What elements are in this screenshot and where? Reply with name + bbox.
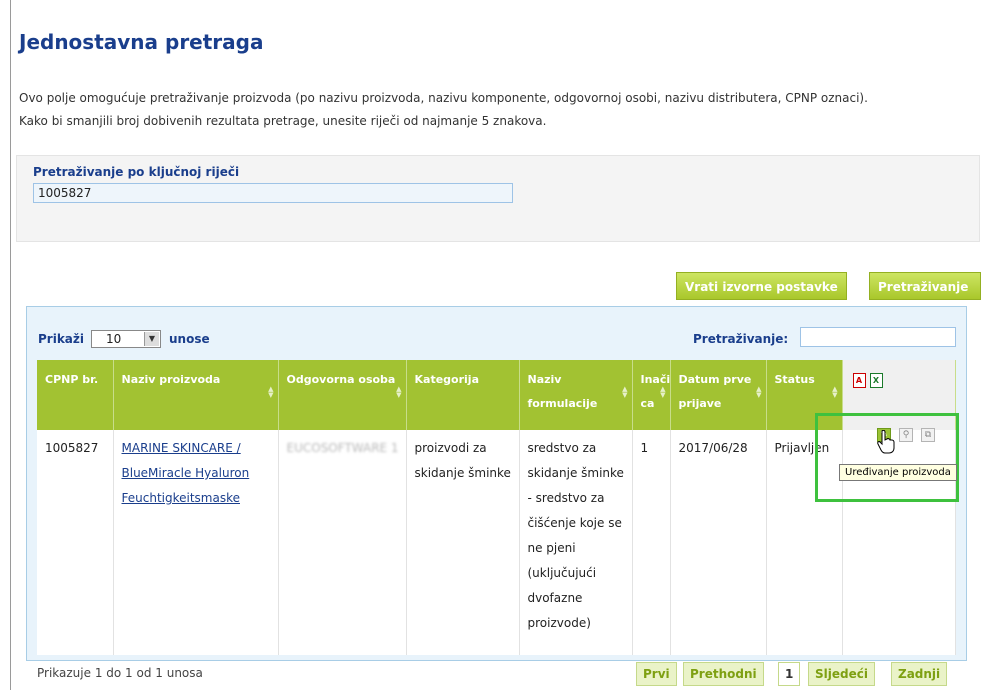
search-button[interactable]: Pretraživanje <box>869 272 981 300</box>
left-frame-border <box>10 0 11 690</box>
cell-formulation: sredstvo za skidanje šminke - sredstvo z… <box>519 430 633 655</box>
page-length-select[interactable]: 10 ▼ <box>91 330 161 348</box>
sort-arrows-icon[interactable]: ▲ ▼ <box>660 386 665 399</box>
sort-arrows-icon[interactable]: ▲ ▼ <box>396 386 401 399</box>
pagination-next-button[interactable]: Sljedeći <box>808 662 875 686</box>
column-header-category[interactable]: Kategorija <box>406 360 520 430</box>
pagination-first-button[interactable]: Prvi <box>636 662 677 686</box>
intro-line-1: Ovo polje omogućuje pretraživanje proizv… <box>19 91 868 105</box>
sort-arrows-icon[interactable]: ▲ ▼ <box>268 386 273 399</box>
intro-line-2: Kako bi smanjili broj dobivenih rezultat… <box>19 114 547 128</box>
column-header-first-notification-date[interactable]: Datum prve prijave ▲ ▼ <box>670 360 767 430</box>
intro-text: Ovo polje omogućuje pretraživanje proizv… <box>19 87 979 133</box>
column-header-label: Status <box>774 373 815 386</box>
reset-defaults-button[interactable]: Vrati izvorne postavke <box>676 272 847 300</box>
table-filter-input[interactable] <box>800 327 956 347</box>
table-filter-label: Pretraživanje: <box>693 332 789 346</box>
column-header-responsible-person[interactable]: Odgovorna osoba ▲ ▼ <box>278 360 407 430</box>
sort-arrows-icon[interactable]: ▲ ▼ <box>832 386 837 399</box>
column-header-label: Datum prve prijave <box>678 373 752 410</box>
edit-product-tooltip: Uređivanje proizvoda <box>839 464 957 481</box>
pagination-info: Prikazuje 1 do 1 od 1 unosa <box>37 666 203 680</box>
pagination-current-page[interactable]: 1 <box>778 662 801 686</box>
pdf-icon[interactable]: A <box>852 373 866 388</box>
column-header-cpnp[interactable]: CPNP br. <box>37 360 114 430</box>
chevron-down-icon[interactable]: ▼ <box>144 332 159 346</box>
column-header-label: CPNP br. <box>45 373 99 386</box>
page-title: Jednostavna pretraga <box>19 30 264 54</box>
column-header-product-name[interactable]: Naziv proizvoda ▲ ▼ <box>113 360 279 430</box>
pagination-last-button[interactable]: Zadnji <box>891 662 948 686</box>
cell-cpnp: 1005827 <box>37 430 114 655</box>
results-table: CPNP br. Naziv proizvoda ▲ ▼ Odgovorna oso… <box>37 360 956 655</box>
keyword-search-label: Pretraživanje po ključnoj riječi <box>33 165 240 179</box>
annotation-highlight-box <box>815 413 959 502</box>
page-length-value: 10 <box>106 332 122 346</box>
cell-category: proizvodi za skidanje šminke <box>406 430 520 655</box>
cell-variant: 1 <box>632 430 671 655</box>
page-length-label: Prikaži <box>38 332 85 346</box>
keyword-search-panel: Pretraživanje po ključnoj riječi <box>16 155 980 242</box>
hand-cursor-icon <box>877 430 895 454</box>
product-name-link[interactable]: MARINE SKINCARE / BlueMiracle Hyaluron F… <box>122 441 250 505</box>
excel-icon[interactable]: X <box>869 373 883 388</box>
column-header-formulation[interactable]: Naziv formulacije ▲ ▼ <box>519 360 633 430</box>
sort-arrows-icon[interactable]: ▲ ▼ <box>622 386 627 399</box>
cell-first-notification-date: 2017/06/28 <box>670 430 767 655</box>
keyword-search-input[interactable] <box>33 183 513 203</box>
cell-product-name: MARINE SKINCARE / BlueMiracle Hyaluron F… <box>113 430 279 655</box>
column-header-label: Naziv proizvoda <box>121 373 221 386</box>
column-header-label: Naziv formulacije <box>527 373 598 410</box>
column-header-label: Kategorija <box>414 373 480 386</box>
column-header-variant[interactable]: Inači ca ▲ ▼ <box>632 360 671 430</box>
column-header-label: Odgovorna osoba <box>286 373 396 386</box>
sort-arrows-icon[interactable]: ▲ ▼ <box>756 386 761 399</box>
pagination-previous-button[interactable]: Prethodni <box>683 662 764 686</box>
page-length-suffix: unose <box>169 332 210 346</box>
responsible-person-blurred: EUCOSOFTWARE 1 <box>286 441 399 455</box>
cell-responsible-person: EUCOSOFTWARE 1 <box>278 430 407 655</box>
